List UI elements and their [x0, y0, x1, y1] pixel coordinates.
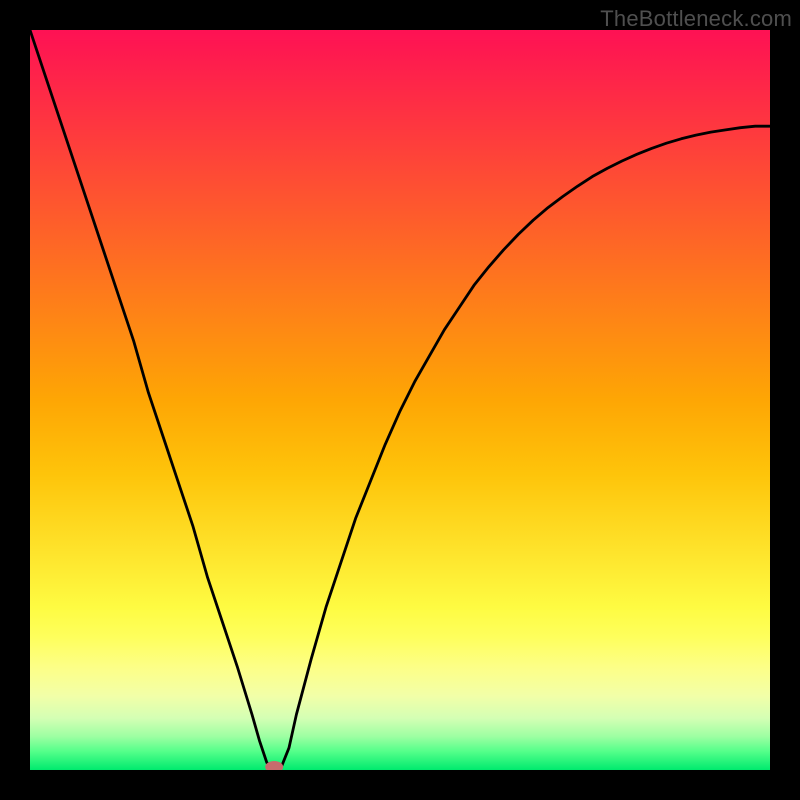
plot-area	[30, 30, 770, 770]
chart-frame: TheBottleneck.com	[0, 0, 800, 800]
watermark-text: TheBottleneck.com	[600, 6, 792, 32]
chart-svg	[30, 30, 770, 770]
gradient-background	[30, 30, 770, 770]
